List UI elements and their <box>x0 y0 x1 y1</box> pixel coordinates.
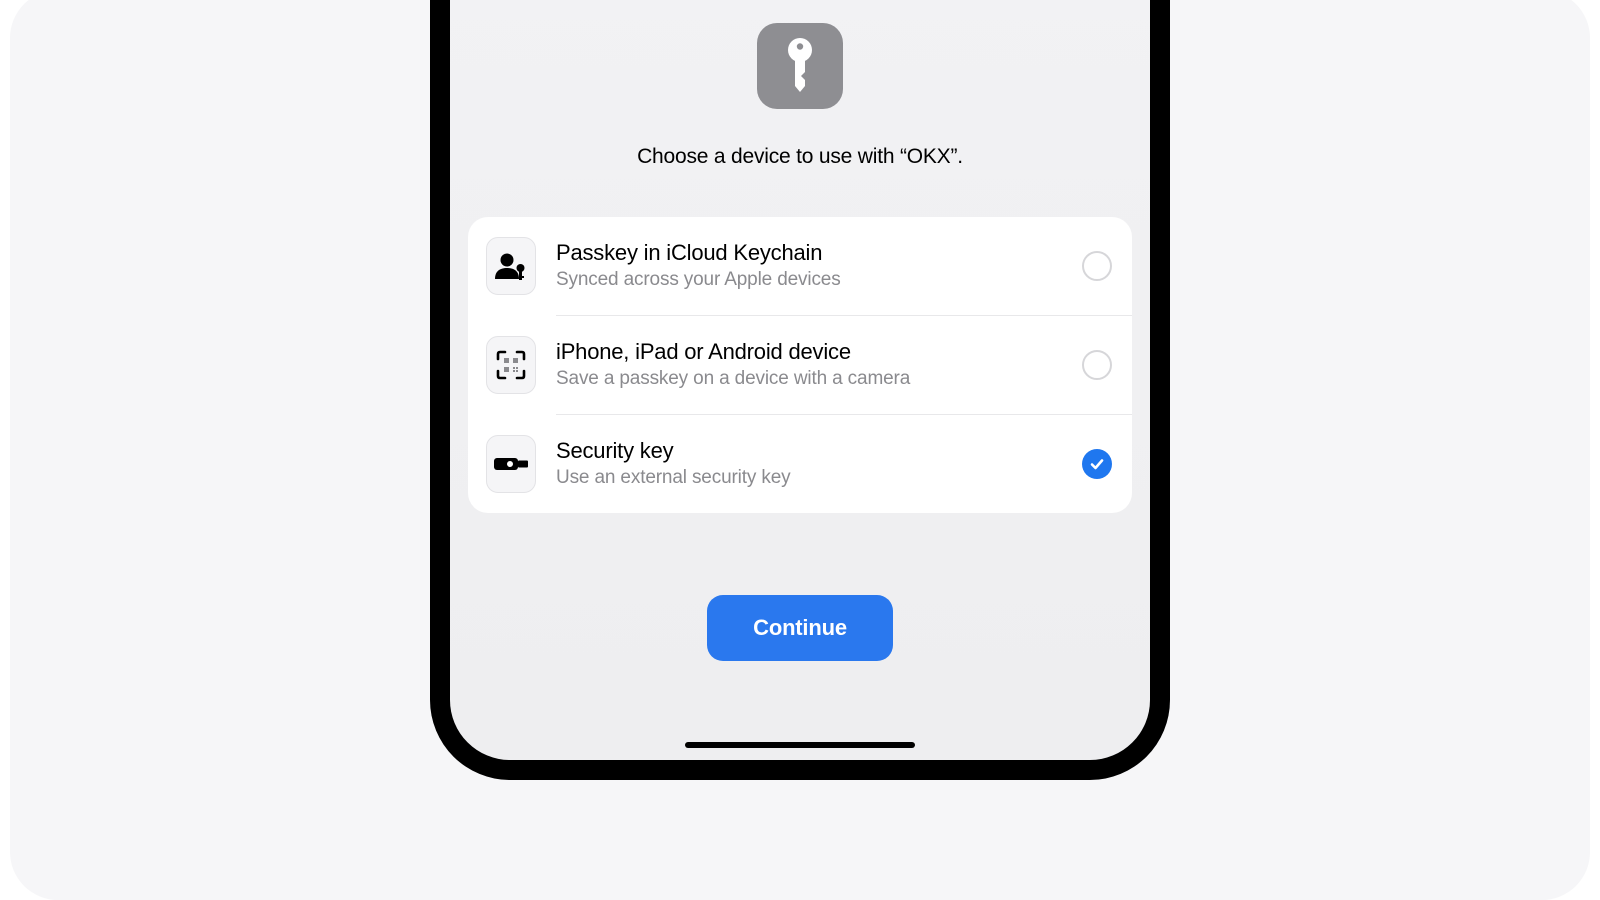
person-key-icon <box>494 252 528 280</box>
option-subtitle: Save a passkey on a device with a camera <box>556 367 1070 392</box>
prompt-text: Choose a device to use with “OKX”. <box>450 145 1150 169</box>
key-icon <box>778 36 822 96</box>
device-option-list: Passkey in iCloud Keychain Synced across… <box>468 217 1132 513</box>
security-key-icon <box>492 454 530 474</box>
option-icon-wrap <box>486 237 536 295</box>
radio-unchecked[interactable] <box>1082 350 1112 380</box>
continue-button[interactable]: Continue <box>707 595 893 661</box>
passkey-app-icon <box>757 23 843 109</box>
radio-checked[interactable] <box>1082 449 1112 479</box>
sheet-header: Sign In <box>450 0 1150 20</box>
phone-frame: Sign In Choose a device to use with “OKX… <box>430 0 1170 780</box>
option-title: Passkey in iCloud Keychain <box>556 239 1070 267</box>
phone-screen: Sign In Choose a device to use with “OKX… <box>450 0 1150 760</box>
hero-section: Choose a device to use with “OKX”. <box>450 20 1150 169</box>
option-subtitle: Use an external security key <box>556 466 1070 491</box>
option-security-key[interactable]: Security key Use an external security ke… <box>468 415 1132 513</box>
home-indicator[interactable] <box>685 742 915 748</box>
option-title: Security key <box>556 437 1070 465</box>
option-title: iPhone, iPad or Android device <box>556 338 1070 366</box>
option-icon-wrap <box>486 336 536 394</box>
option-icon-wrap <box>486 435 536 493</box>
option-content: iPhone, iPad or Android device Save a pa… <box>556 338 1070 391</box>
qr-scan-icon <box>496 350 526 380</box>
option-content: Passkey in iCloud Keychain Synced across… <box>556 239 1070 292</box>
option-subtitle: Synced across your Apple devices <box>556 268 1070 293</box>
option-content: Security key Use an external security ke… <box>556 437 1070 490</box>
radio-unchecked[interactable] <box>1082 251 1112 281</box>
background-card: Sign In Choose a device to use with “OKX… <box>10 0 1590 900</box>
option-other-device[interactable]: iPhone, iPad or Android device Save a pa… <box>468 316 1132 414</box>
option-icloud-keychain[interactable]: Passkey in iCloud Keychain Synced across… <box>468 217 1132 315</box>
checkmark-icon <box>1089 456 1105 472</box>
